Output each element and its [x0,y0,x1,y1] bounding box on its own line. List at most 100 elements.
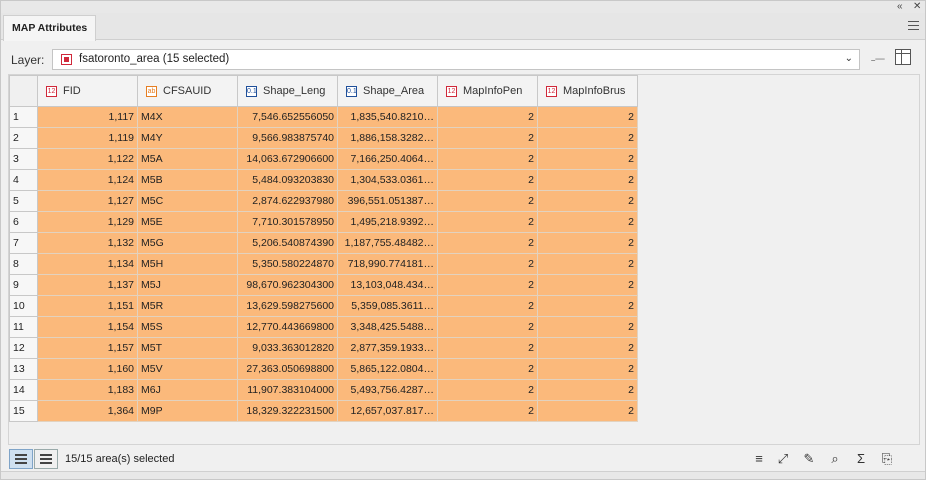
column-header-fid[interactable]: 12 FID [37,75,138,107]
cell-fid[interactable]: 1,160 [37,358,138,380]
row-number[interactable]: 12 [9,337,38,359]
cell-pen[interactable]: 2 [437,253,538,275]
cell-area[interactable]: 1,304,533.0361… [337,169,438,191]
cell-leng[interactable]: 2,874.622937980 [237,190,338,212]
cell-pen[interactable]: 2 [437,232,538,254]
copy-icon[interactable]: ⎘ [879,451,895,467]
panel-menu-icon[interactable] [908,21,919,30]
cell-cfsauid[interactable]: M5R [137,295,238,317]
attribute-grid[interactable]: 12 FID ab CFSAUID 0.1 Shape_Leng 0.1 Shape_Area… [8,74,920,445]
cell-area[interactable]: 1,886,158.3282… [337,127,438,149]
cell-fid[interactable]: 1,129 [37,211,138,233]
cell-cfsauid[interactable]: M4X [137,106,238,128]
cell-brush[interactable]: 2 [537,253,638,275]
cell-cfsauid[interactable]: M5A [137,148,238,170]
cell-leng[interactable]: 5,484.093203830 [237,169,338,191]
row-number[interactable]: 1 [9,106,38,128]
cell-fid[interactable]: 1,157 [37,337,138,359]
cell-fid[interactable]: 1,154 [37,316,138,338]
column-header-cfsauid[interactable]: ab CFSAUID [137,75,238,107]
layer-select[interactable]: fsatoronto_area (15 selected) ⌄ [52,49,860,70]
column-header-mapinfobrus[interactable]: 12 MapInfoBrus [537,75,638,107]
cell-leng[interactable]: 18,329.322231500 [237,400,338,422]
cell-area[interactable]: 12,657,037.817… [337,400,438,422]
select-rows-icon[interactable]: ≡ [751,451,767,467]
column-header-mapinfopen[interactable]: 12 MapInfoPen [437,75,538,107]
find-icon[interactable]: ⌕ [827,451,843,467]
cell-cfsauid[interactable]: M4Y [137,127,238,149]
row-number[interactable]: 2 [9,127,38,149]
row-number[interactable]: 10 [9,295,38,317]
table-row[interactable]: 12 1,157 M5T 9,033.363012820 2,877,359.1933…… [9,337,638,359]
cell-area[interactable]: 1,495,218.9392… [337,211,438,233]
sum-icon[interactable]: Σ [853,451,869,467]
cell-pen[interactable]: 2 [437,379,538,401]
row-number[interactable]: 14 [9,379,38,401]
cell-cfsauid[interactable]: M5B [137,169,238,191]
table-row[interactable]: 14 1,183 M6J 11,907.383104000 5,493,756.4287… [9,379,638,401]
grid-view-button[interactable] [34,449,58,469]
cell-pen[interactable]: 2 [437,127,538,149]
cell-fid[interactable]: 1,132 [37,232,138,254]
cell-pen[interactable]: 2 [437,358,538,380]
close-icon[interactable]: ✕ [913,1,921,13]
cell-pen[interactable]: 2 [437,169,538,191]
list-view-button[interactable] [9,449,33,469]
cell-cfsauid[interactable]: M5S [137,316,238,338]
chevron-down-icon[interactable]: ⌄ [845,53,853,64]
cell-brush[interactable]: 2 [537,337,638,359]
table-row[interactable]: 15 1,364 M9P 18,329.322231500 12,657,037.817… [9,400,638,422]
table-row[interactable]: 13 1,160 M5V 27,363.050698800 5,865,122.0804… [9,358,638,380]
table-row[interactable]: 8 1,134 M5H 5,350.580224870 718,990.774181… 2… [9,253,638,275]
tab-map-attributes[interactable]: MAP Attributes [3,15,97,41]
table-row[interactable]: 4 1,124 M5B 5,484.093203830 1,304,533.0361… 2… [9,169,638,191]
cell-area[interactable]: 13,103,048.434… [337,274,438,296]
table-row[interactable]: 2 1,119 M4Y 9,566.983875740 1,886,158.3282… 2… [9,127,638,149]
cell-leng[interactable]: 27,363.050698800 [237,358,338,380]
cell-pen[interactable]: 2 [437,316,538,338]
cell-pen[interactable]: 2 [437,295,538,317]
row-number[interactable]: 4 [9,169,38,191]
row-number[interactable]: 13 [9,358,38,380]
cell-fid[interactable]: 1,134 [37,253,138,275]
cell-pen[interactable]: 2 [437,337,538,359]
cell-leng[interactable]: 11,907.383104000 [237,379,338,401]
cell-area[interactable]: 3,348,425.5488… [337,316,438,338]
cell-area[interactable]: 2,877,359.1933… [337,337,438,359]
cell-brush[interactable]: 2 [537,169,638,191]
column-header-shape-leng[interactable]: 0.1 Shape_Leng [237,75,338,107]
cell-area[interactable]: 1,187,755.48482… [337,232,438,254]
cell-cfsauid[interactable]: M9P [137,400,238,422]
table-row[interactable]: 9 1,137 M5J 98,670.962304300 13,103,048.434…… [9,274,638,296]
table-row[interactable]: 10 1,151 M5R 13,629.598275600 5,359,085.3611… [9,295,638,317]
cell-brush[interactable]: 2 [537,148,638,170]
cell-pen[interactable]: 2 [437,148,538,170]
cell-brush[interactable]: 2 [537,232,638,254]
cell-area[interactable]: 718,990.774181… [337,253,438,275]
cell-brush[interactable]: 2 [537,274,638,296]
cell-brush[interactable]: 2 [537,127,638,149]
table-row[interactable]: 5 1,127 M5C 2,874.622937980 396,551.051387… 2… [9,190,638,212]
cell-leng[interactable]: 5,350.580224870 [237,253,338,275]
cell-leng[interactable]: 5,206.540874390 [237,232,338,254]
row-number[interactable]: 7 [9,232,38,254]
cell-leng[interactable]: 7,710.301578950 [237,211,338,233]
cell-fid[interactable]: 1,137 [37,274,138,296]
cell-cfsauid[interactable]: M5H [137,253,238,275]
cell-brush[interactable]: 2 [537,379,638,401]
cell-fid[interactable]: 1,364 [37,400,138,422]
cell-cfsauid[interactable]: M5G [137,232,238,254]
cell-fid[interactable]: 1,122 [37,148,138,170]
collapse-icon[interactable]: « [897,1,903,13]
cell-fid[interactable]: 1,119 [37,127,138,149]
cell-brush[interactable]: 2 [537,400,638,422]
cell-fid[interactable]: 1,124 [37,169,138,191]
cell-leng[interactable]: 98,670.962304300 [237,274,338,296]
table-row[interactable]: 3 1,122 M5A 14,063.672906600 7,166,250.4064…… [9,148,638,170]
row-number[interactable]: 6 [9,211,38,233]
cell-brush[interactable]: 2 [537,316,638,338]
cell-fid[interactable]: 1,127 [37,190,138,212]
cell-leng[interactable]: 12,770.443669800 [237,316,338,338]
cell-area[interactable]: 5,359,085.3611… [337,295,438,317]
column-header-shape-area[interactable]: 0.1 Shape_Area [337,75,438,107]
